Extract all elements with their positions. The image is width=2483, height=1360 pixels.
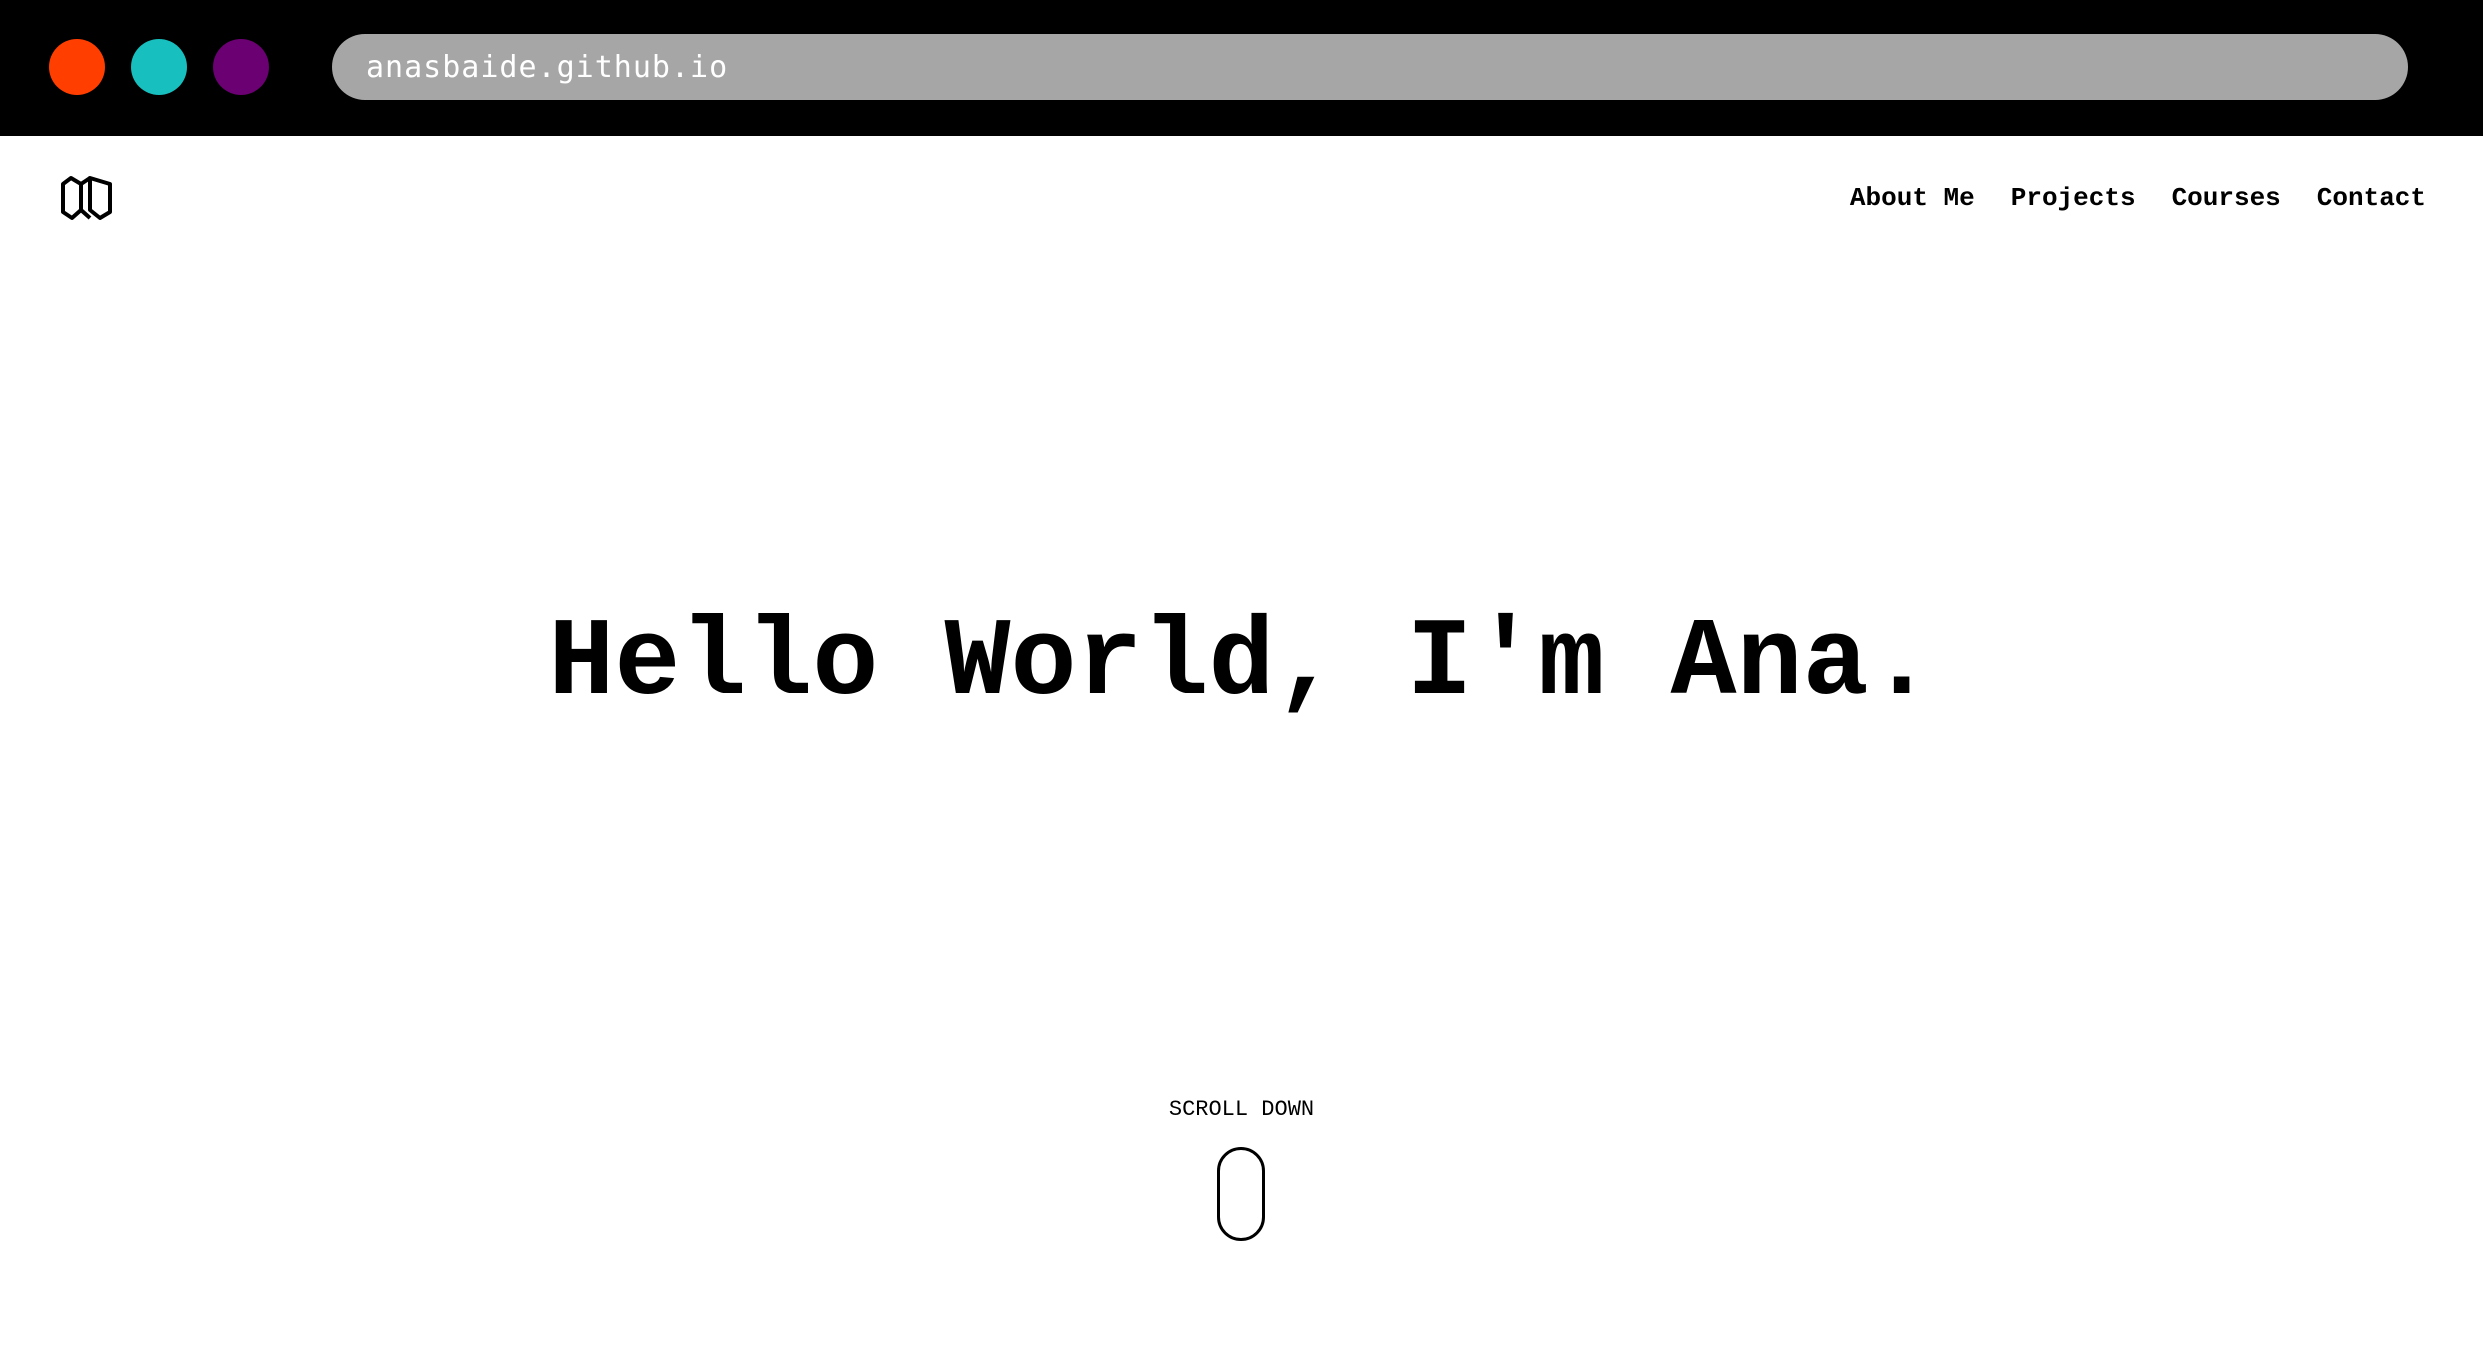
scroll-down-label: SCROLL DOWN — [1168, 1097, 1315, 1122]
hero-title: Hello World, I'm Ana. — [548, 602, 1935, 727]
mouse-scroll-icon[interactable] — [1217, 1147, 1265, 1241]
window-close-button[interactable] — [49, 39, 105, 95]
browser-chrome: anasbaide.github.io — [0, 0, 2483, 136]
address-bar[interactable]: anasbaide.github.io — [332, 34, 2408, 100]
window-minimize-button[interactable] — [131, 39, 187, 95]
nav-projects[interactable]: Projects — [2011, 183, 2136, 213]
address-text: anasbaide.github.io — [366, 49, 729, 85]
nav-courses[interactable]: Courses — [2172, 183, 2281, 213]
monogram-logo-icon[interactable] — [58, 174, 116, 222]
main-nav: About Me Projects Courses Contact — [1850, 183, 2426, 213]
nav-about-me[interactable]: About Me — [1850, 183, 1975, 213]
window-maximize-button[interactable] — [213, 39, 269, 95]
nav-contact[interactable]: Contact — [2317, 183, 2426, 213]
